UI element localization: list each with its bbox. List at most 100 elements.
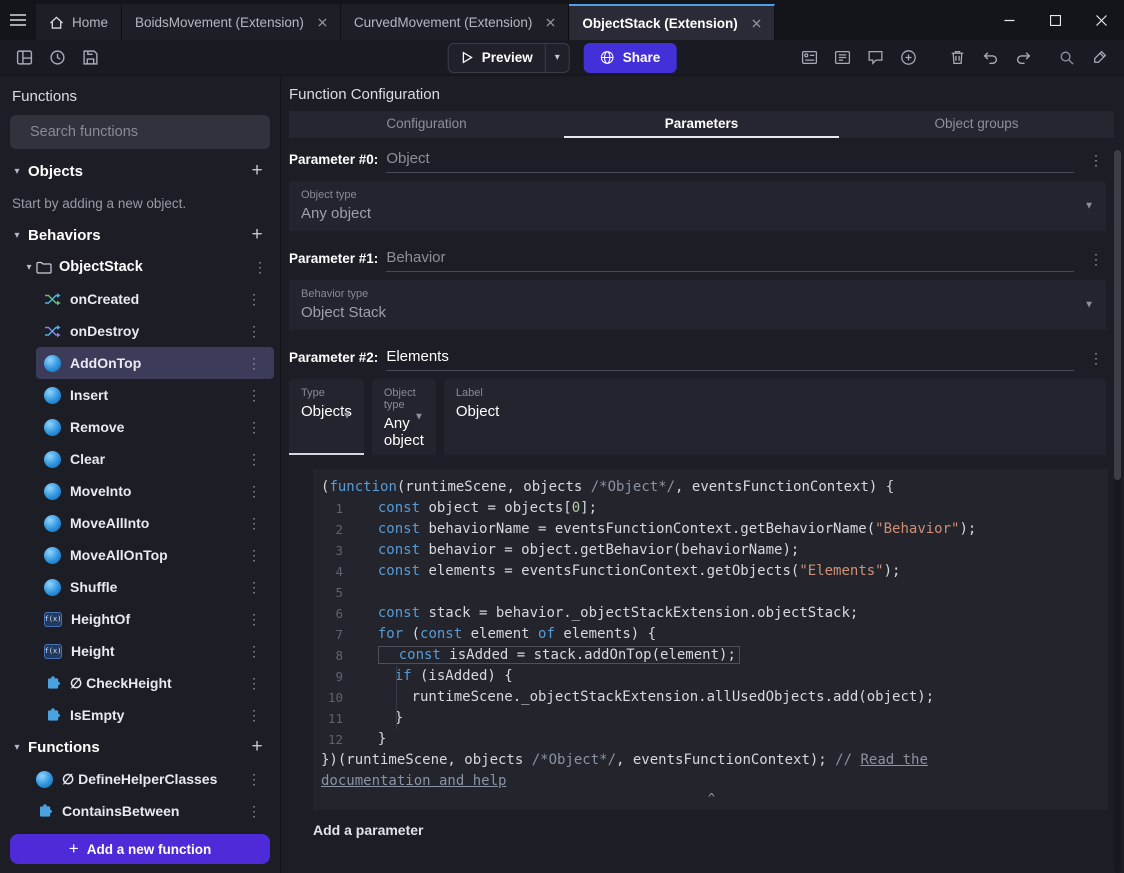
- code-line[interactable]: 10 runtimeScene._objectStackExtension.al…: [321, 687, 1102, 708]
- kebab-menu-icon[interactable]: ⋮: [246, 707, 262, 724]
- kebab-menu-icon[interactable]: ⋮: [246, 771, 262, 788]
- code-line[interactable]: 5: [321, 582, 1102, 603]
- parameter-name-input[interactable]: Object: [386, 150, 1074, 173]
- kebab-menu-icon[interactable]: ⋮: [246, 547, 262, 564]
- function-item-oncreated[interactable]: onCreated ⋮: [36, 283, 274, 315]
- kebab-menu-icon[interactable]: ⋮: [246, 355, 262, 372]
- add-parameter-button[interactable]: Add a parameter: [313, 822, 1124, 838]
- kebab-menu-icon[interactable]: ⋮: [1086, 152, 1106, 173]
- tab-home[interactable]: Home: [36, 4, 123, 40]
- code-editor[interactable]: (function(runtimeScene, objects /*Object…: [313, 469, 1108, 810]
- delete-button[interactable]: [943, 44, 972, 72]
- preview-main[interactable]: Preview: [449, 44, 545, 72]
- add-icon[interactable]: +: [246, 224, 268, 246]
- tab-configuration[interactable]: Configuration: [289, 111, 564, 138]
- tab-curvedmovement[interactable]: CurvedMovement (Extension): [340, 4, 570, 40]
- undo-button[interactable]: [976, 44, 1005, 72]
- tab-boidsmovement[interactable]: BoidsMovement (Extension): [122, 4, 341, 40]
- maximize-button[interactable]: [1032, 0, 1078, 40]
- kebab-menu-icon[interactable]: ⋮: [246, 387, 262, 404]
- function-item-insert[interactable]: Insert ⋮: [36, 379, 274, 411]
- objects-list-button[interactable]: [795, 44, 824, 72]
- function-item-height[interactable]: f(x) Height ⋮: [36, 635, 274, 667]
- scrollbar-thumb[interactable]: [1114, 150, 1121, 480]
- code-line[interactable]: documentation and help: [321, 771, 1102, 792]
- kebab-menu-icon[interactable]: ⋮: [246, 483, 262, 500]
- code-line[interactable]: 7 for (const element of elements) {: [321, 624, 1102, 645]
- function-item-moveallinto[interactable]: MoveAllInto ⋮: [36, 507, 274, 539]
- kebab-menu-icon[interactable]: ⋮: [246, 675, 262, 692]
- comments-button[interactable]: [861, 44, 890, 72]
- code-line[interactable]: 8 const isAdded = stack.addOnTop(element…: [321, 645, 1102, 666]
- search-button[interactable]: [1052, 44, 1081, 72]
- code-line[interactable]: 4 const elements = eventsFunctionContext…: [321, 561, 1102, 582]
- function-item-isempty[interactable]: IsEmpty ⋮: [36, 699, 274, 731]
- code-line[interactable]: 2 const behaviorName = eventsFunctionCon…: [321, 519, 1102, 540]
- instances-list-button[interactable]: [828, 44, 857, 72]
- function-item-addontop[interactable]: AddOnTop ⋮: [36, 347, 274, 379]
- add-icon[interactable]: +: [246, 160, 268, 182]
- code-line[interactable]: 1 const object = objects[0];: [321, 498, 1102, 519]
- share-button[interactable]: Share: [583, 42, 677, 73]
- code-line[interactable]: 11 }: [321, 708, 1102, 729]
- function-item-clear[interactable]: Clear ⋮: [36, 443, 274, 475]
- minimize-button[interactable]: [986, 0, 1032, 40]
- preview-options-button[interactable]: ▾: [544, 43, 569, 72]
- function-item-moveinto[interactable]: MoveInto ⋮: [36, 475, 274, 507]
- code-line[interactable]: 3 const behavior = object.getBehavior(be…: [321, 540, 1102, 561]
- sidebar-section-objects[interactable]: ▾ Objects +: [0, 155, 280, 187]
- code-line[interactable]: })(runtimeScene, objects /*Object*/, eve…: [321, 750, 1102, 771]
- kebab-menu-icon[interactable]: ⋮: [246, 451, 262, 468]
- function-item-heightof[interactable]: f(x) HeightOf ⋮: [36, 603, 274, 635]
- close-tab-icon[interactable]: [546, 17, 555, 27]
- kebab-menu-icon[interactable]: ⋮: [246, 579, 262, 596]
- kebab-menu-icon[interactable]: ⋮: [246, 803, 262, 820]
- function-item-checkheight[interactable]: ∅ CheckHeight ⋮: [36, 667, 274, 699]
- code-line[interactable]: (function(runtimeScene, objects /*Object…: [321, 477, 1102, 498]
- parameter-name-input[interactable]: Elements: [386, 348, 1074, 371]
- theme-button[interactable]: [1085, 44, 1114, 72]
- code-line[interactable]: 12 }: [321, 729, 1102, 750]
- history-button[interactable]: [43, 44, 72, 72]
- documentation-link[interactable]: Read the: [860, 752, 927, 768]
- close-tab-icon[interactable]: [752, 18, 761, 28]
- text-field[interactable]: Label Object: [443, 379, 1106, 455]
- scrollbar[interactable]: [1114, 150, 1121, 873]
- chevron-down-icon[interactable]: ▾: [10, 166, 24, 177]
- code-line[interactable]: 6 const stack = behavior._objectStackExt…: [321, 603, 1102, 624]
- function-item-remove[interactable]: Remove ⋮: [36, 411, 274, 443]
- save-button[interactable]: [76, 44, 105, 72]
- close-tab-icon[interactable]: [318, 17, 327, 27]
- function-item-shuffle[interactable]: Shuffle ⋮: [36, 571, 274, 603]
- select-field[interactable]: Object type Any object ▼: [289, 181, 1106, 231]
- redo-button[interactable]: [1009, 44, 1038, 72]
- kebab-menu-icon[interactable]: ⋮: [246, 611, 262, 628]
- parameter-name-input[interactable]: Behavior: [386, 249, 1074, 272]
- chevron-down-icon[interactable]: ▾: [10, 742, 24, 753]
- add-function-button[interactable]: + Add a new function: [10, 834, 270, 864]
- sidebar-section-functions[interactable]: ▾ Functions +: [0, 731, 280, 763]
- chevron-down-icon[interactable]: ▾: [22, 262, 36, 273]
- search-box[interactable]: [10, 115, 270, 149]
- sidebar-section-behaviors[interactable]: ▾ Behaviors +: [0, 219, 280, 251]
- code-collapse-handle[interactable]: ^: [321, 792, 1102, 808]
- kebab-menu-icon[interactable]: ⋮: [1086, 350, 1106, 371]
- tab-object-groups[interactable]: Object groups: [839, 111, 1114, 138]
- layout-panels-button[interactable]: [10, 44, 39, 72]
- kebab-menu-icon[interactable]: ⋮: [246, 515, 262, 532]
- close-window-button[interactable]: [1078, 0, 1124, 40]
- preview-button[interactable]: Preview ▾: [447, 42, 570, 73]
- function-item-definehelperclasses[interactable]: ∅ DefineHelperClasses ⋮: [28, 763, 274, 795]
- code-line[interactable]: 9 if (isAdded) {: [321, 666, 1102, 687]
- chevron-down-icon[interactable]: ▾: [10, 230, 24, 241]
- search-input[interactable]: [30, 124, 259, 140]
- add-icon[interactable]: +: [246, 736, 268, 758]
- tab-objectstack[interactable]: ObjectStack (Extension): [569, 4, 775, 40]
- kebab-menu-icon[interactable]: ⋮: [246, 643, 262, 660]
- function-item-containsbetween[interactable]: ContainsBetween ⋮: [28, 795, 274, 827]
- documentation-link[interactable]: documentation and help: [321, 773, 506, 789]
- function-item-moveallontop[interactable]: MoveAllOnTop ⋮: [36, 539, 274, 571]
- kebab-menu-icon[interactable]: ⋮: [1086, 251, 1106, 272]
- select-field[interactable]: Type Objects ▼: [289, 379, 364, 455]
- select-field[interactable]: Behavior type Object Stack ▼: [289, 280, 1106, 330]
